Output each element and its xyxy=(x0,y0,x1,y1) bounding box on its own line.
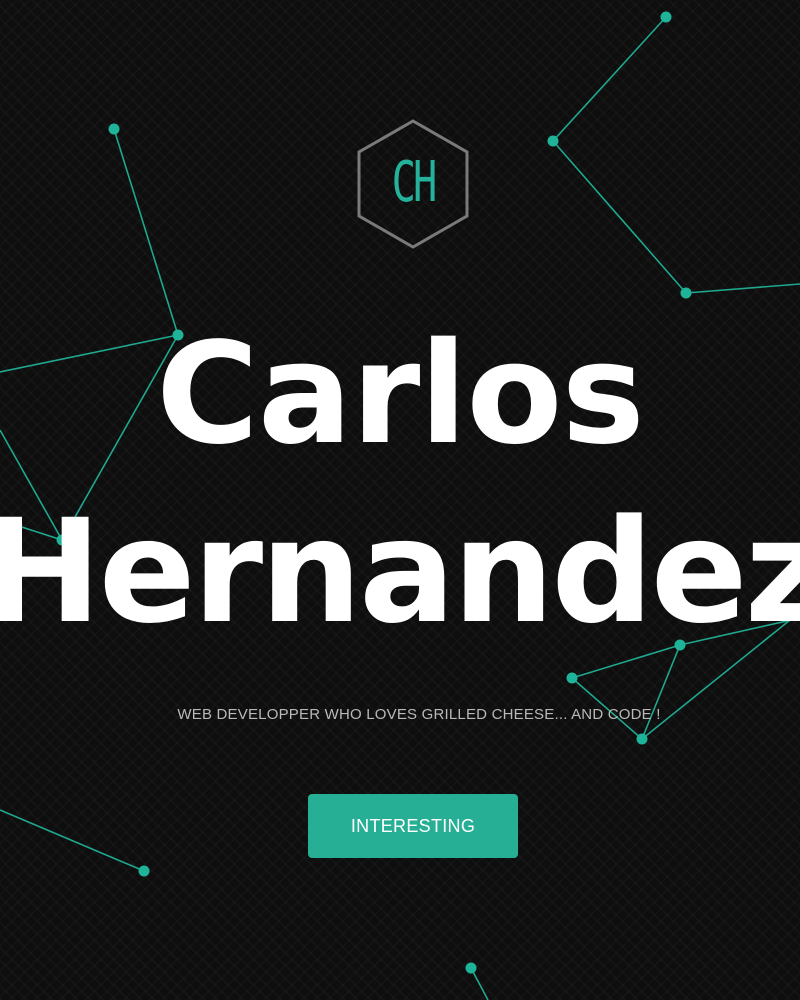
network-node xyxy=(680,287,692,299)
network-node xyxy=(108,123,120,135)
network-line xyxy=(113,128,179,336)
hero-tagline: WEB DEVELOPPER WHO LOVES GRILLED CHEESE.… xyxy=(177,706,661,723)
logo-initials: CH xyxy=(391,150,438,215)
network-node xyxy=(636,733,648,745)
network-line xyxy=(552,140,687,294)
network-line xyxy=(0,809,145,872)
hero-last-name: Hernandez xyxy=(0,488,800,655)
network-line xyxy=(685,283,800,294)
landing-page: CH Carlos Hernandez WEB DEVELOPPER WHO L… xyxy=(0,0,800,1000)
logo[interactable]: CH xyxy=(354,118,472,250)
network-line xyxy=(641,644,681,740)
network-node xyxy=(465,962,477,974)
network-node xyxy=(138,865,150,877)
interesting-button[interactable]: INTERESTING xyxy=(308,794,518,858)
network-node xyxy=(547,135,559,147)
hero-first-name: Carlos xyxy=(156,313,645,476)
network-node xyxy=(660,11,672,23)
network-line xyxy=(552,16,667,142)
network-node xyxy=(566,672,578,684)
